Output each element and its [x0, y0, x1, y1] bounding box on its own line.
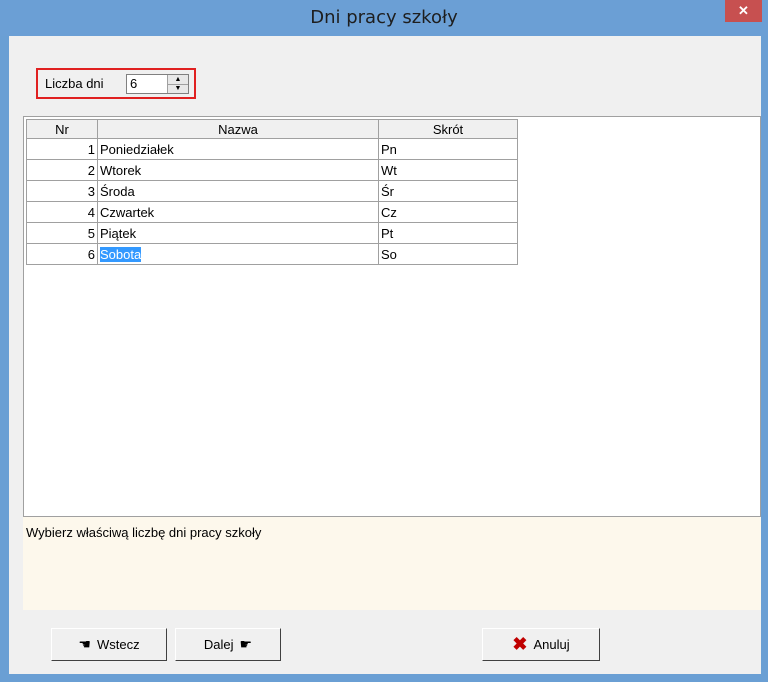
days-table: Nr Nazwa Skrót 1 Poniedziałek Pn 2 Wtore… — [26, 119, 518, 265]
days-count-label: Liczba dni — [45, 76, 104, 91]
row-name[interactable]: Piątek — [97, 222, 379, 244]
next-button[interactable]: Dalej ☛ — [175, 628, 281, 661]
column-header-name[interactable]: Nazwa — [97, 119, 379, 139]
row-abbr[interactable]: Śr — [378, 180, 518, 202]
cancel-button-label: Anuluj — [533, 637, 570, 652]
row-name[interactable]: Czwartek — [97, 201, 379, 223]
table-row[interactable]: 1 Poniedziałek Pn — [26, 138, 518, 160]
table-row[interactable]: 2 Wtorek Wt — [26, 159, 518, 181]
hand-pointing-left-icon: ☚ — [78, 636, 91, 652]
column-header-nr[interactable]: Nr — [26, 119, 98, 139]
table-row[interactable]: 6 Sobota So — [26, 243, 518, 265]
table-row[interactable]: 3 Środa Śr — [26, 180, 518, 202]
close-icon: ✕ — [738, 3, 749, 18]
row-abbr[interactable]: Wt — [378, 159, 518, 181]
stepper-down-button[interactable]: ▼ — [168, 84, 188, 93]
back-button-label: Wstecz — [96, 637, 140, 652]
days-count-value[interactable]: 6 — [130, 76, 137, 91]
title-bar[interactable]: Dni pracy szkoły ✕ — [0, 0, 768, 36]
row-name-selected[interactable]: Sobota — [97, 243, 379, 265]
days-grid[interactable]: Nr Nazwa Skrót 1 Poniedziałek Pn 2 Wtore… — [23, 116, 761, 517]
row-abbr[interactable]: Pt — [378, 222, 518, 244]
row-name[interactable]: Wtorek — [97, 159, 379, 181]
close-button[interactable]: ✕ — [725, 0, 762, 22]
dialog-content: Liczba dni 6 ▲ ▼ Nr Nazwa Skrót 1 Ponied… — [9, 36, 761, 674]
row-nr: 2 — [26, 159, 98, 181]
cancel-button[interactable]: ✖ Anuluj — [482, 628, 600, 661]
row-abbr[interactable]: Pn — [378, 138, 518, 160]
dialog-window: Dni pracy szkoły ✕ Liczba dni 6 ▲ ▼ Nr N… — [0, 0, 768, 682]
row-nr: 3 — [26, 180, 98, 202]
row-nr: 1 — [26, 138, 98, 160]
next-button-label: Dalej — [203, 637, 234, 652]
hint-text: Wybierz właściwą liczbę dni pracy szkoły — [26, 525, 262, 540]
table-row[interactable]: 4 Czwartek Cz — [26, 201, 518, 223]
days-count-stepper[interactable]: 6 ▲ ▼ — [126, 74, 189, 94]
column-header-abbr[interactable]: Skrót — [378, 119, 518, 139]
row-abbr[interactable]: So — [378, 243, 518, 265]
row-nr: 4 — [26, 201, 98, 223]
hint-panel: Wybierz właściwą liczbę dni pracy szkoły — [23, 517, 761, 610]
selected-cell-text[interactable]: Sobota — [100, 246, 142, 262]
row-name[interactable]: Środa — [97, 180, 379, 202]
table-row[interactable]: 5 Piątek Pt — [26, 222, 518, 244]
row-nr: 5 — [26, 222, 98, 244]
hand-pointing-right-icon: ☛ — [239, 636, 253, 652]
row-nr: 6 — [26, 243, 98, 265]
row-abbr[interactable]: Cz — [378, 201, 518, 223]
stepper-buttons: ▲ ▼ — [167, 75, 188, 93]
row-name[interactable]: Poniedziałek — [97, 138, 379, 160]
days-count-highlight: Liczba dni 6 ▲ ▼ — [36, 68, 196, 99]
window-title: Dni pracy szkoły — [310, 7, 458, 28]
back-button[interactable]: ☚ Wstecz — [51, 628, 167, 661]
x-icon: ✖ — [512, 634, 528, 654]
